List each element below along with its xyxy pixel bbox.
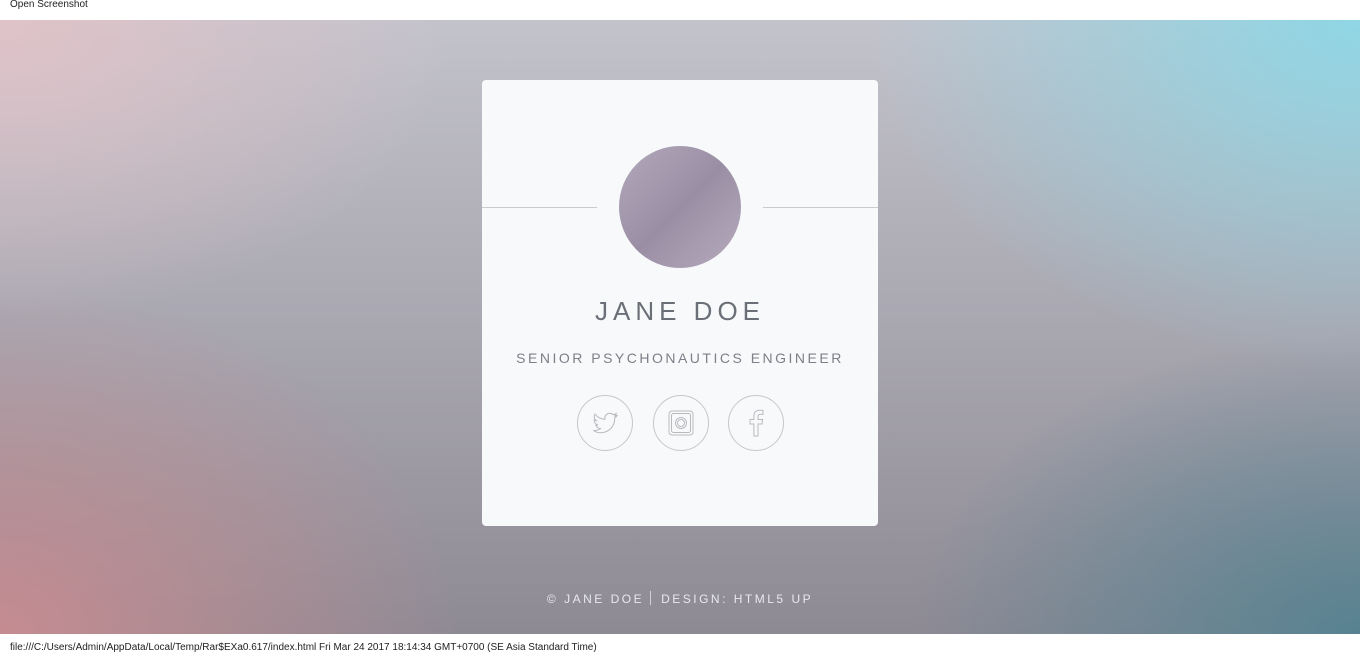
footer-design-label: DESIGN: bbox=[661, 592, 734, 606]
twitter-link[interactable] bbox=[577, 395, 633, 451]
divider-right bbox=[763, 207, 878, 208]
footer-separator bbox=[650, 591, 652, 605]
footer-copyright: © JANE DOE bbox=[546, 592, 645, 606]
social-links bbox=[577, 395, 784, 451]
twitter-icon bbox=[592, 412, 619, 434]
instagram-icon bbox=[668, 410, 694, 436]
divider-left bbox=[482, 207, 597, 208]
status-bar: file:///C:/Users/Admin/AppData/Local/Tem… bbox=[0, 634, 1360, 654]
top-bar: Open Screenshot bbox=[0, 0, 1360, 20]
page-background: JANE DOE SENIOR PSYCHONAUTICS ENGINEER ©… bbox=[0, 20, 1360, 634]
file-path-status: file:///C:/Users/Admin/AppData/Local/Tem… bbox=[10, 642, 597, 653]
footer-design-link[interactable]: HTML5 UP bbox=[734, 592, 813, 606]
avatar bbox=[619, 146, 741, 268]
profile-card: JANE DOE SENIOR PSYCHONAUTICS ENGINEER bbox=[482, 80, 878, 526]
screenshot-title: Open Screenshot bbox=[10, 0, 88, 10]
footer: © JANE DOE DESIGN: HTML5 UP bbox=[0, 591, 1360, 606]
facebook-link[interactable] bbox=[728, 395, 784, 451]
profile-role: SENIOR PSYCHONAUTICS ENGINEER bbox=[516, 350, 844, 366]
facebook-icon bbox=[749, 409, 764, 437]
instagram-link[interactable] bbox=[653, 395, 709, 451]
profile-name: JANE DOE bbox=[594, 296, 766, 326]
